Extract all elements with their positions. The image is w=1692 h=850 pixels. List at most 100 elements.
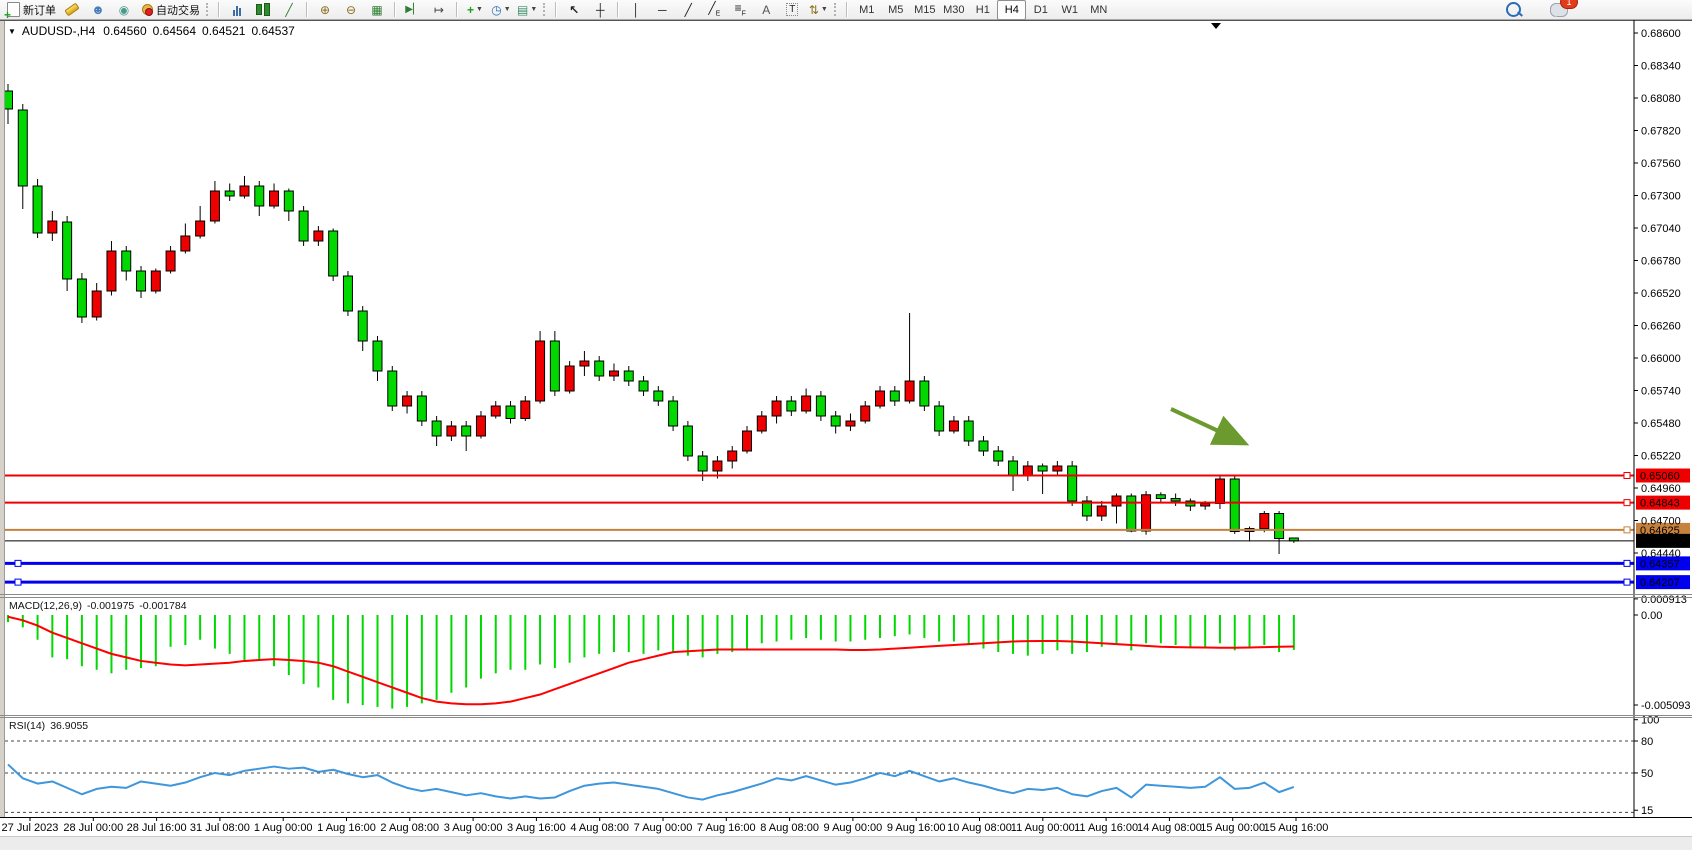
new-order-label: 新订单 — [23, 2, 56, 18]
line-anchor-handle[interactable] — [15, 579, 21, 585]
symbol-dropdown-icon[interactable]: ▼ — [8, 27, 16, 36]
candle-body — [255, 186, 264, 206]
new-order-button[interactable]: + 新订单 — [4, 0, 59, 20]
community-person-icon: ☻ — [91, 2, 105, 17]
rsi-pane[interactable] — [5, 719, 1634, 816]
candle-body — [225, 191, 234, 196]
time-axis-label: 15 Aug 16:00 — [1264, 822, 1329, 834]
toolbar-separator — [306, 2, 308, 17]
templates-button[interactable]: ▤▼ — [514, 0, 540, 20]
timeframe-m1[interactable]: M1 — [852, 0, 881, 20]
candle-body — [949, 421, 958, 431]
toolbar-separator — [218, 2, 220, 17]
bar-chart-icon — [233, 4, 241, 16]
equidistant-channel-button[interactable]: ╱E — [701, 0, 727, 20]
candle-body — [329, 231, 338, 276]
price-axis-tick-label: 0.65740 — [1641, 386, 1681, 398]
line-chart-button[interactable]: ╱ — [276, 0, 302, 20]
candle-body — [1053, 466, 1062, 471]
time-axis-label: 3 Aug 16:00 — [507, 822, 566, 834]
time-axis-label: 1 Aug 16:00 — [317, 822, 376, 834]
timeframe-d1[interactable]: D1 — [1026, 0, 1055, 20]
line-anchor-handle[interactable] — [15, 560, 21, 566]
price-axis-tick-label: 0.66000 — [1641, 353, 1681, 365]
search-button[interactable] — [1500, 0, 1526, 20]
trendline-button[interactable]: ╱ — [675, 0, 701, 20]
arrows-button[interactable]: ⇅▼ — [805, 0, 831, 20]
candle-body — [1275, 514, 1284, 539]
candlestick-chart-button[interactable] — [250, 0, 276, 20]
trendline-icon: ╱ — [685, 3, 692, 17]
line-anchor-handle[interactable] — [1624, 500, 1630, 506]
price-chart-pane[interactable] — [5, 21, 1634, 594]
metaeditor-icon — [64, 3, 79, 17]
candle-body — [181, 236, 190, 251]
candle-body — [107, 251, 116, 291]
autotrading-button[interactable]: 自动交易 — [137, 0, 203, 20]
zoom-in-button[interactable]: ⊕ — [312, 0, 338, 20]
chart-canvas[interactable]: 0.650600.648430.646250.645370.643570.642… — [0, 20, 1692, 849]
bar-chart-button[interactable] — [224, 0, 250, 20]
text-label-button[interactable]: T — [779, 0, 805, 20]
price-axis-tick-label: 0.65220 — [1641, 451, 1681, 463]
candle-body — [270, 191, 279, 206]
candle-body — [1127, 496, 1136, 531]
timeframe-m30[interactable]: M30 — [939, 0, 968, 20]
line-anchor-handle[interactable] — [1624, 473, 1630, 479]
macd-pane[interactable] — [5, 598, 1634, 714]
chart-shift-button[interactable]: ↦ — [426, 0, 452, 20]
price-axis-tick-label: 0.65480 — [1641, 418, 1681, 430]
time-axis-label: 8 Aug 08:00 — [760, 822, 819, 834]
line-anchor-handle[interactable] — [1624, 527, 1630, 533]
timeframe-h4[interactable]: H4 — [997, 0, 1026, 20]
horizontal-line-button[interactable]: ─ — [649, 0, 675, 20]
candle-body — [536, 341, 545, 401]
line-anchor-handle[interactable] — [1624, 560, 1630, 566]
candle-body — [63, 222, 72, 279]
periods-button[interactable]: ◷▼ — [488, 0, 514, 20]
vertical-line-button[interactable]: │ — [623, 0, 649, 20]
tile-windows-button[interactable]: ▦ — [364, 0, 390, 20]
timeframe-h1[interactable]: H1 — [968, 0, 997, 20]
metaeditor-button[interactable] — [59, 0, 85, 20]
rsi-axis-label: 80 — [1641, 736, 1653, 748]
indicators-button[interactable]: +▼ — [462, 0, 488, 20]
cursor-button[interactable]: ↖ — [561, 0, 587, 20]
candle-body — [1260, 514, 1269, 529]
price-line-label: 0.65060 — [1640, 471, 1680, 483]
candle-body — [890, 391, 899, 401]
auto-scroll-button[interactable]: ▶▏ — [400, 0, 426, 20]
fibonacci-button[interactable]: ≡F — [727, 0, 753, 20]
toolbar-separator — [555, 2, 557, 17]
timeframe-w1[interactable]: W1 — [1055, 0, 1084, 20]
candle-body — [284, 191, 293, 211]
line-chart-icon: ╱ — [285, 3, 292, 17]
text-button[interactable]: A — [753, 0, 779, 20]
signals-button[interactable]: ◉ — [111, 0, 137, 20]
community-button[interactable]: ☻ — [85, 0, 111, 20]
candle-body — [1171, 499, 1180, 502]
candle-body — [447, 426, 456, 436]
price-axis-tick-label: 0.64440 — [1641, 548, 1681, 560]
candle-body — [1156, 495, 1165, 499]
symbol-period-label: AUDUSD-,H4 — [22, 24, 95, 38]
candle-body — [935, 406, 944, 431]
candle-body — [210, 191, 219, 221]
price-axis-tick-label: 0.68340 — [1641, 61, 1681, 73]
timeframe-m5[interactable]: M5 — [881, 0, 910, 20]
candle-body — [802, 396, 811, 411]
notifications-button[interactable]: 1 — [1546, 0, 1572, 20]
candle-body — [743, 431, 752, 451]
chart-window[interactable]: 0.650600.648430.646250.645370.643570.642… — [0, 20, 1692, 849]
line-anchor-handle[interactable] — [1624, 579, 1630, 585]
zoom-out-button[interactable]: ⊖ — [338, 0, 364, 20]
timeframe-m15[interactable]: M15 — [910, 0, 939, 20]
candle-body — [92, 291, 101, 317]
candle-body — [1230, 479, 1239, 532]
candle-body — [476, 416, 485, 436]
candle-body — [417, 396, 426, 421]
candle-body — [669, 401, 678, 426]
candle-body — [122, 251, 131, 271]
timeframe-mn[interactable]: MN — [1084, 0, 1113, 20]
crosshair-button[interactable]: ┼ — [587, 0, 613, 20]
